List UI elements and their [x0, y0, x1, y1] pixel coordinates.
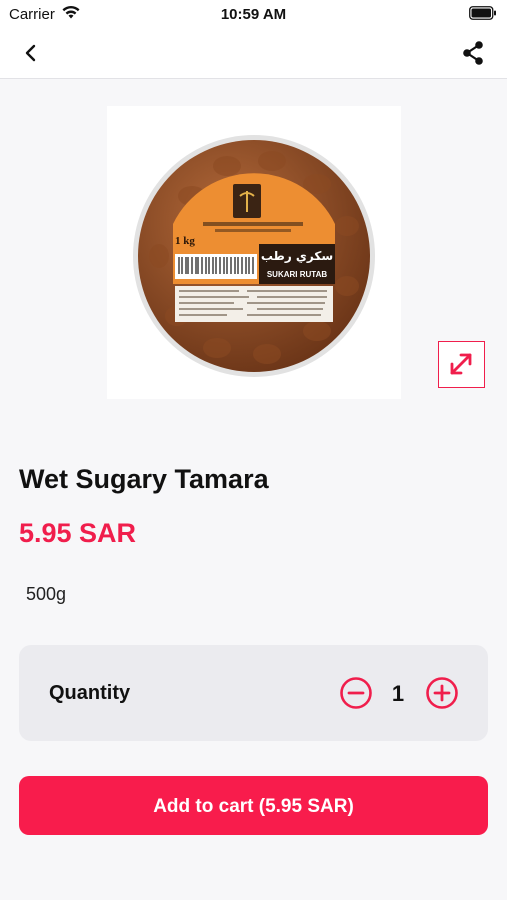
- expand-arrows-icon: [450, 353, 472, 375]
- package-weight-label: 1 kg: [175, 235, 195, 247]
- back-button[interactable]: [18, 40, 44, 66]
- status-bar: Carrier 10:59 AM: [0, 0, 507, 30]
- product-size: 500g: [26, 584, 67, 604]
- dates-container-image: 1 kg سكري رطب SUKARI RUTAB: [133, 135, 375, 377]
- battery-icon: [469, 6, 496, 20]
- navigation-bar: [0, 30, 507, 79]
- product-price: 5.95 SAR: [19, 518, 137, 548]
- quantity-selector: Quantity 1: [19, 645, 488, 741]
- product-image[interactable]: 1 kg سكري رطب SUKARI RUTAB: [107, 106, 401, 399]
- expand-image-button[interactable]: [438, 341, 485, 388]
- quantity-value: 1: [391, 681, 405, 706]
- share-icon[interactable]: [459, 39, 487, 67]
- package-arabic-name: سكري رطب: [261, 249, 333, 263]
- status-time: 10:59 AM: [220, 6, 287, 23]
- minus-circle-icon[interactable]: [339, 676, 373, 710]
- add-to-cart-button[interactable]: Add to cart (5.95 SAR): [19, 776, 488, 835]
- package-english-name: SUKARI RUTAB: [267, 270, 328, 279]
- plus-circle-icon[interactable]: [425, 676, 459, 710]
- quantity-label: Quantity: [49, 682, 131, 704]
- product-name: Wet Sugary Tamara: [19, 464, 269, 494]
